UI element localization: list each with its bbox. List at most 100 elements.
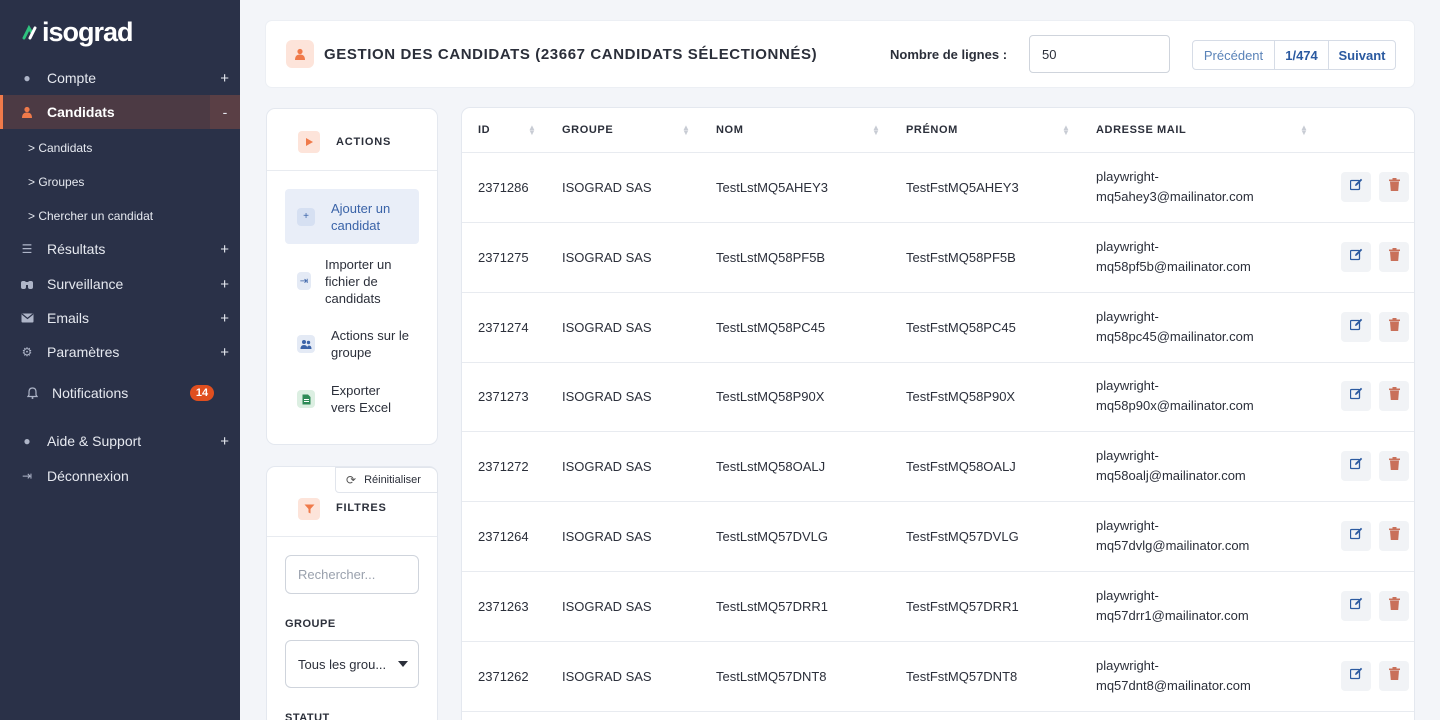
action-label: Actions sur le groupe	[331, 328, 410, 360]
delete-button[interactable]	[1379, 241, 1409, 272]
sidebar-item-resultats[interactable]: ☰ Résultats +	[0, 232, 240, 266]
delete-button[interactable]	[1379, 451, 1409, 482]
column-header-nom[interactable]: NOM	[716, 124, 743, 136]
edit-button[interactable]	[1341, 172, 1371, 202]
cell-id: 2371286	[478, 180, 529, 195]
delete-button[interactable]	[1379, 381, 1409, 412]
trash-icon	[1388, 178, 1400, 196]
expand-icon[interactable]: +	[220, 276, 229, 293]
column-header-id[interactable]: ID	[478, 124, 490, 136]
cell-prenom: TestFstMQ57DVLG	[906, 529, 1019, 544]
cell-groupe: ISOGRAD SAS	[562, 180, 652, 195]
sort-icon[interactable]: ▲ ▼	[528, 124, 536, 137]
delete-button[interactable]	[1379, 521, 1409, 551]
cell-nom: TestLstMQ57DNT8	[716, 668, 827, 684]
edit-button[interactable]	[1341, 241, 1371, 272]
edit-icon	[1349, 248, 1363, 266]
isograd-logo[interactable]: isograd	[22, 17, 134, 48]
cell-email: playwright-mq57dvlg@mailinator.com	[1096, 516, 1249, 556]
expand-icon[interactable]: +	[220, 241, 229, 258]
expand-icon[interactable]: +	[220, 344, 229, 361]
sidebar-item-label: Aide & Support	[47, 433, 142, 449]
sidebar-item-parametres[interactable]: ⚙ Paramètres +	[0, 335, 240, 369]
page-title: GESTION DES CANDIDATS (23667 CANDIDATS S…	[324, 46, 818, 63]
actions-title: ACTIONS	[336, 136, 392, 148]
sort-icon[interactable]: ▲ ▼	[682, 124, 690, 137]
cell-id: 2371273	[478, 389, 529, 405]
edit-icon	[1349, 318, 1363, 336]
group-select[interactable]: Tous les grou...	[285, 640, 419, 688]
filters-header: FILTRES	[267, 467, 437, 537]
sidebar-item-label: Surveillance	[47, 276, 124, 292]
column-header-adresse-mail[interactable]: ADRESSE MAIL	[1096, 124, 1186, 136]
edit-button[interactable]	[1341, 521, 1371, 551]
sidebar-item-deconnexion[interactable]: ⇥ Déconnexion	[0, 459, 240, 493]
sort-icon[interactable]: ▲ ▼	[1062, 124, 1070, 137]
table-row[interactable]: 2371275 ISOGRAD SAS TestLstMQ58PF5B TestFst…	[462, 223, 1414, 293]
trash-icon	[1388, 387, 1400, 405]
notification-count-badge: 14	[190, 385, 214, 401]
table-row[interactable]: 2371263 ISOGRAD SAS TestLstMQ57DRR1 TestFst…	[462, 572, 1414, 642]
sidebar-subitem-groupes[interactable]: > Groupes	[28, 175, 84, 189]
edit-icon	[1349, 597, 1363, 615]
column-header-prenom[interactable]: PRÉNOM	[906, 124, 958, 136]
expand-icon[interactable]: +	[220, 70, 229, 87]
add-candidate-action[interactable]: + Ajouter un candidat	[285, 189, 419, 244]
envelope-icon	[20, 311, 34, 325]
sidebar-item-surveillance[interactable]: Surveillance +	[0, 267, 240, 301]
trash-icon	[1388, 457, 1400, 475]
edit-button[interactable]	[1341, 660, 1371, 691]
cell-prenom: TestFstMQ5AHEY3	[906, 180, 1019, 195]
pagination: Précédent 1/474 Suivant	[1192, 40, 1396, 70]
page-indicator: 1/474	[1275, 41, 1329, 69]
edit-icon	[1349, 178, 1363, 196]
previous-page-button[interactable]: Précédent	[1193, 41, 1275, 69]
edit-button[interactable]	[1341, 590, 1371, 621]
actions-header: ACTIONS	[267, 109, 437, 171]
table-row[interactable]: 2371262 ISOGRAD SAS TestLstMQ57DNT8 TestFst…	[462, 642, 1414, 712]
column-header-groupe[interactable]: GROUPE	[562, 124, 613, 136]
expand-icon[interactable]: +	[220, 433, 229, 450]
edit-button[interactable]	[1341, 311, 1371, 342]
sidebar-item-candidats[interactable]: Candidats -	[0, 95, 240, 129]
group-icon	[297, 335, 315, 353]
table-row[interactable]: 2371274 ISOGRAD SAS TestLstMQ58PC45 TestFst…	[462, 293, 1414, 363]
action-label: Ajouter un candidat	[331, 200, 391, 233]
cell-email-line-2: mq58oalj@mailinator.com	[1096, 468, 1246, 484]
sidebar-item-compte[interactable]: ● Compte +	[0, 61, 240, 95]
chevron-down-icon	[398, 661, 408, 667]
sidebar-subitem-chercher-candidat[interactable]: > Chercher un candidat	[28, 209, 153, 223]
rows-per-page-input[interactable]	[1029, 35, 1170, 73]
next-page-button[interactable]: Suivant	[1329, 41, 1395, 69]
table-row[interactable]: 2371272 ISOGRAD SAS TestLstMQ58OALJ TestFst…	[462, 432, 1414, 503]
delete-button[interactable]	[1379, 590, 1409, 621]
sidebar-subitem-candidats[interactable]: > Candidats	[28, 141, 92, 155]
import-candidates-action[interactable]: ⇥ Importer un fichier de candidats	[285, 255, 419, 307]
table-row[interactable]: 2371273 ISOGRAD SAS TestLstMQ58P90X TestFst…	[462, 362, 1414, 433]
expand-icon[interactable]: +	[220, 310, 229, 327]
import-icon: ⇥	[297, 272, 311, 290]
group-actions-action[interactable]: Actions sur le groupe	[285, 327, 419, 361]
sidebar-item-notifications[interactable]: Notifications 14	[0, 376, 240, 410]
edit-button[interactable]	[1341, 381, 1371, 412]
table-row[interactable]: 2371286 ISOGRAD SAS TestLstMQ5AHEY3 TestFst…	[462, 153, 1414, 223]
sort-icon[interactable]: ▲ ▼	[1300, 124, 1308, 137]
cell-email-line-2: mq5ahey3@mailinator.com	[1096, 189, 1254, 204]
search-input[interactable]: Rechercher...	[285, 555, 419, 594]
table-row[interactable]: 2371264 ISOGRAD SAS TestLstMQ57DVLG TestFst…	[462, 502, 1414, 572]
cell-prenom: TestFstMQ58P90X	[906, 389, 1016, 405]
delete-button[interactable]	[1379, 660, 1409, 691]
sort-icon[interactable]: ▲ ▼	[872, 124, 880, 137]
sidebar-item-aide-support[interactable]: ● Aide & Support +	[0, 424, 240, 458]
collapse-icon[interactable]: -	[210, 95, 240, 129]
export-excel-action[interactable]: Exporter vers Excel	[285, 382, 419, 416]
delete-button[interactable]	[1379, 172, 1409, 202]
delete-button[interactable]	[1379, 311, 1409, 342]
sidebar-item-emails[interactable]: Emails +	[0, 301, 240, 335]
cell-id: 2371275	[478, 249, 529, 265]
cell-nom: TestLstMQ58PC45	[716, 319, 826, 335]
gear-icon: ⚙	[21, 345, 33, 359]
edit-button[interactable]	[1341, 451, 1371, 482]
trash-icon	[1388, 317, 1400, 336]
cell-email-line-2: mq58p90x@mailinator.com	[1096, 398, 1254, 414]
